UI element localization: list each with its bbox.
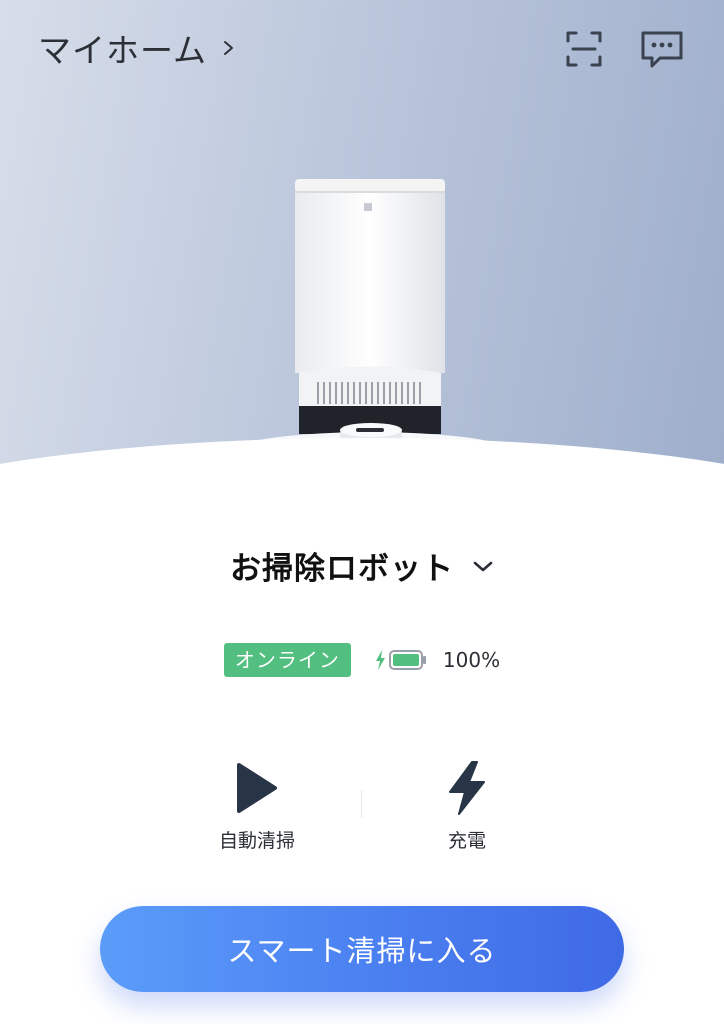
lightning-icon [449,761,485,815]
battery-charging-icon [375,650,426,670]
play-icon [237,763,277,813]
auto-clean-label: 自動清掃 [218,830,295,852]
battery-percentage: 100% [442,648,501,672]
device-selector[interactable]: お掃除ロボット [0,540,724,590]
device-name: お掃除ロボット [230,550,454,587]
smart-clean-label: スマート清掃に入る [227,934,497,968]
chevron-down-icon [473,561,493,572]
online-status-badge: オンライン [223,643,351,677]
status-row: オンライン 100% [0,642,724,678]
battery-status: 100% [375,648,500,672]
charge-label: 充電 [447,830,486,852]
device-home-screen: マイホーム お掃除ロボット オンライン 100% 自動清掃 充電 スマート清掃に… [0,0,724,1024]
scan-icon [566,31,602,67]
message-icon [641,31,683,68]
smart-clean-button[interactable]: スマート清掃に入る [100,906,624,992]
action-divider [361,790,362,818]
scan-button[interactable] [561,26,607,72]
home-title: マイホーム [38,31,208,70]
auto-clean-button[interactable]: 自動清掃 [182,760,332,860]
message-button[interactable] [639,26,685,72]
hero-banner [0,0,724,500]
home-selector[interactable]: マイホーム [38,26,237,70]
chevron-right-icon [224,41,234,55]
charge-button[interactable]: 充電 [392,760,542,860]
robot-vacuum-illustration [221,179,521,500]
